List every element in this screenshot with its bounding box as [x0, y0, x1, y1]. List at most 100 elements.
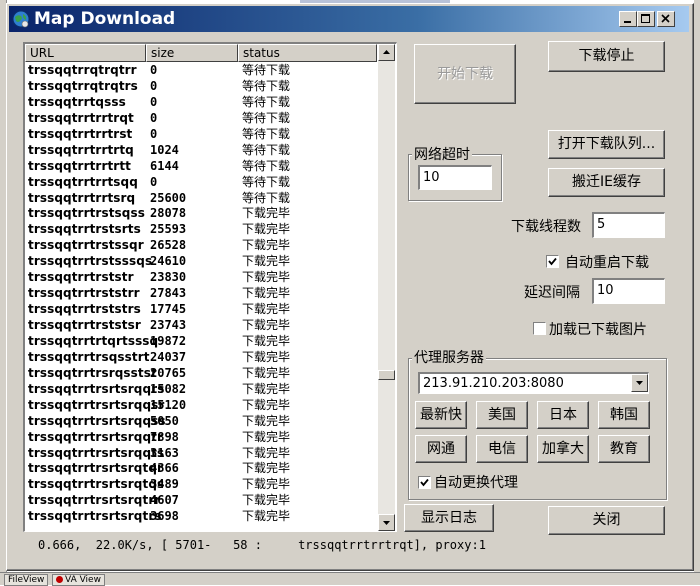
- cell-size: 0: [150, 174, 158, 189]
- cell-url: trssqqtrrtrrtsrq: [28, 190, 136, 205]
- cell-size: 25600: [150, 190, 187, 205]
- table-row[interactable]: trssqqtrrqtrqtrr 0 等待下载: [25, 62, 377, 78]
- cell-size: 26528: [150, 238, 187, 253]
- minimize-button[interactable]: [619, 11, 637, 27]
- table-row[interactable]: trssqqtrrtrstsqss 28078 下载完毕: [25, 205, 377, 221]
- delay-input[interactable]: 10: [592, 278, 665, 304]
- table-row[interactable]: trssqqtrrtrststsr 23743 下载完毕: [25, 317, 377, 333]
- table-row[interactable]: trssqqtrrtrrtsqq 0 等待下载: [25, 174, 377, 190]
- title-bar[interactable]: Map Download: [9, 6, 689, 32]
- cell-size: 19872: [150, 333, 187, 348]
- table-row[interactable]: trssqqtrrtrsrtsrqtqs 3489 下载完毕: [25, 476, 377, 492]
- open-queue-button[interactable]: 打开下载队列...: [548, 130, 665, 159]
- list-scrollbar[interactable]: [378, 44, 395, 531]
- table-row[interactable]: trssqqtrrtrsrtsrqqtr 7898 下载完毕: [25, 429, 377, 445]
- maximize-button[interactable]: [637, 11, 655, 27]
- proxy-button-education[interactable]: 教育: [598, 435, 650, 463]
- column-header-size[interactable]: size: [146, 44, 238, 62]
- close-button[interactable]: 关闭: [548, 506, 665, 535]
- table-row[interactable]: trssqqtrrtrrtrst 0 等待下载: [25, 126, 377, 142]
- cell-size: 24610: [150, 254, 187, 269]
- timeout-input[interactable]: 10: [418, 165, 492, 190]
- cell-url: trssqqtrrtrstssqr: [28, 238, 144, 253]
- background-right-panel: [694, 0, 700, 584]
- column-header-url[interactable]: URL: [25, 44, 146, 62]
- cell-size: 0: [150, 78, 158, 93]
- proxy-button-canada[interactable]: 加拿大: [537, 435, 589, 463]
- cell-status: 下载完毕: [242, 286, 291, 301]
- cell-status: 下载完毕: [242, 222, 291, 237]
- cell-size: 15120: [150, 397, 187, 412]
- table-row[interactable]: trssqqtrrtrrtsrq 25600 等待下载: [25, 190, 377, 206]
- cell-status: 下载完毕: [242, 333, 291, 348]
- table-row[interactable]: trssqqtrrtrststrr 27843 下载完毕: [25, 285, 377, 301]
- proxy-button-usa[interactable]: 美国: [476, 401, 528, 429]
- cell-status: 等待下载: [242, 110, 291, 125]
- table-row[interactable]: trssqqtrrtrstsrts 25593 下载完毕: [25, 221, 377, 237]
- background-tab-fileview[interactable]: FileView: [4, 574, 49, 586]
- table-row[interactable]: trssqqtrrtrsrtsrqqsr 15120 下载完毕: [25, 397, 377, 413]
- window-title: Map Download: [34, 9, 176, 29]
- cell-size: 0: [150, 126, 158, 141]
- scroll-thumb[interactable]: [378, 370, 395, 380]
- table-row[interactable]: trssqqtrrtrsrtsrqtrs 3698 下载完毕: [25, 508, 377, 524]
- migrate-ie-cache-button[interactable]: 搬迁IE缓存: [548, 168, 665, 197]
- close-window-button[interactable]: [657, 11, 675, 27]
- table-row[interactable]: trssqqtrrtrrtrtt 6144 等待下载: [25, 158, 377, 174]
- table-row[interactable]: trssqqtrrtrsrtsrqqrs 15082 下载完毕: [25, 381, 377, 397]
- globe-icon: [12, 10, 30, 28]
- table-row[interactable]: trssqqtrrtrsrtsrqtrr 4607 下载完毕: [25, 492, 377, 508]
- proxy-button-telecom[interactable]: 电信: [476, 435, 528, 463]
- proxy-button-netcom[interactable]: 网通: [415, 435, 467, 463]
- cell-size: 15082: [150, 381, 187, 396]
- load-downloaded-checkbox[interactable]: [533, 322, 546, 335]
- show-log-button[interactable]: 显示日志: [404, 504, 494, 532]
- table-row[interactable]: trssqqtrrtrrtrtq 1024 等待下载: [25, 142, 377, 158]
- table-row[interactable]: trssqqtrrtrsqsstrt 24037 下载完毕: [25, 349, 377, 365]
- cell-status: 下载完毕: [242, 477, 291, 492]
- table-row[interactable]: trssqqtrrtrsrtsrqtqr 4366 下载完毕: [25, 460, 377, 476]
- table-row[interactable]: trssqqtrrtrststr 23830 下载完毕: [25, 269, 377, 285]
- column-header-status[interactable]: status: [238, 44, 377, 62]
- table-row[interactable]: trssqqtrrtrststrs 17745 下载完毕: [25, 301, 377, 317]
- scroll-down-button[interactable]: [378, 514, 395, 531]
- scroll-up-button[interactable]: [378, 44, 395, 61]
- cell-status: 等待下载: [242, 174, 291, 189]
- auto-switch-proxy-checkbox[interactable]: [418, 476, 431, 489]
- table-row[interactable]: trssqqtrrtrsrqsstst 20765 下载完毕: [25, 365, 377, 381]
- table-row[interactable]: trssqqtrrtrsrtsrqqss 5050 下载完毕: [25, 413, 377, 429]
- close-icon: [661, 14, 670, 23]
- stop-download-button[interactable]: 下载停止: [548, 41, 665, 72]
- proxy-button-fastest[interactable]: 最新快: [415, 401, 467, 429]
- table-row[interactable]: trssqqtrrtrsrtsrqqts 3163 下载完毕: [25, 445, 377, 461]
- cell-url: trssqqtrrtrstsrts: [28, 222, 141, 237]
- threads-label: 下载线程数: [511, 219, 581, 235]
- table-row[interactable]: trssqqtrrtrstsssqs 24610 下载完毕: [25, 253, 377, 269]
- table-row[interactable]: trssqqtrrqtrqtrs 0 等待下载: [25, 78, 377, 94]
- proxy-button-japan[interactable]: 日本: [537, 401, 589, 429]
- cell-url: trssqqtrrtrrtsqq: [28, 174, 138, 189]
- proxy-dropdown-button[interactable]: [631, 374, 648, 392]
- proxy-select[interactable]: 213.91.210.203:8080: [418, 372, 649, 394]
- cell-url: trssqqtrrtrststrs: [28, 302, 141, 317]
- table-row[interactable]: trssqqtrrtrstssqr 26528 下载完毕: [25, 237, 377, 253]
- table-row[interactable]: trssqqtrrtrrtrqt 0 等待下载: [25, 110, 377, 126]
- cell-url: trssqqtrrtrststrr: [28, 286, 140, 301]
- threads-input[interactable]: 5: [592, 212, 665, 238]
- cell-status: 等待下载: [242, 190, 291, 205]
- table-row[interactable]: trssqqtrrtrtqrtsssq 19872 下载完毕: [25, 333, 377, 349]
- background-tab-vaview[interactable]: VA View: [52, 574, 105, 586]
- cell-size: 4366: [150, 461, 179, 476]
- proxy-button-korea[interactable]: 韩国: [598, 401, 650, 429]
- cell-url: trssqqtrrtrsrtsrqqsr: [28, 397, 165, 412]
- auto-restart-checkbox[interactable]: [546, 255, 559, 268]
- cell-status: 下载完毕: [242, 429, 291, 444]
- download-list[interactable]: URL size status trssqqtrrqtrqtrr 0 等待下载 trs…: [23, 42, 397, 532]
- arrow-down-icon: [383, 521, 390, 525]
- cell-url: trssqqtrrtrrtrqt: [28, 110, 134, 125]
- start-download-button[interactable]: 开始下载: [414, 44, 516, 104]
- cell-status: 等待下载: [242, 94, 291, 109]
- cell-status: 下载完毕: [242, 349, 291, 364]
- minimize-icon: [624, 21, 631, 23]
- table-row[interactable]: trssqqtrrtqsss 0 等待下载: [25, 94, 377, 110]
